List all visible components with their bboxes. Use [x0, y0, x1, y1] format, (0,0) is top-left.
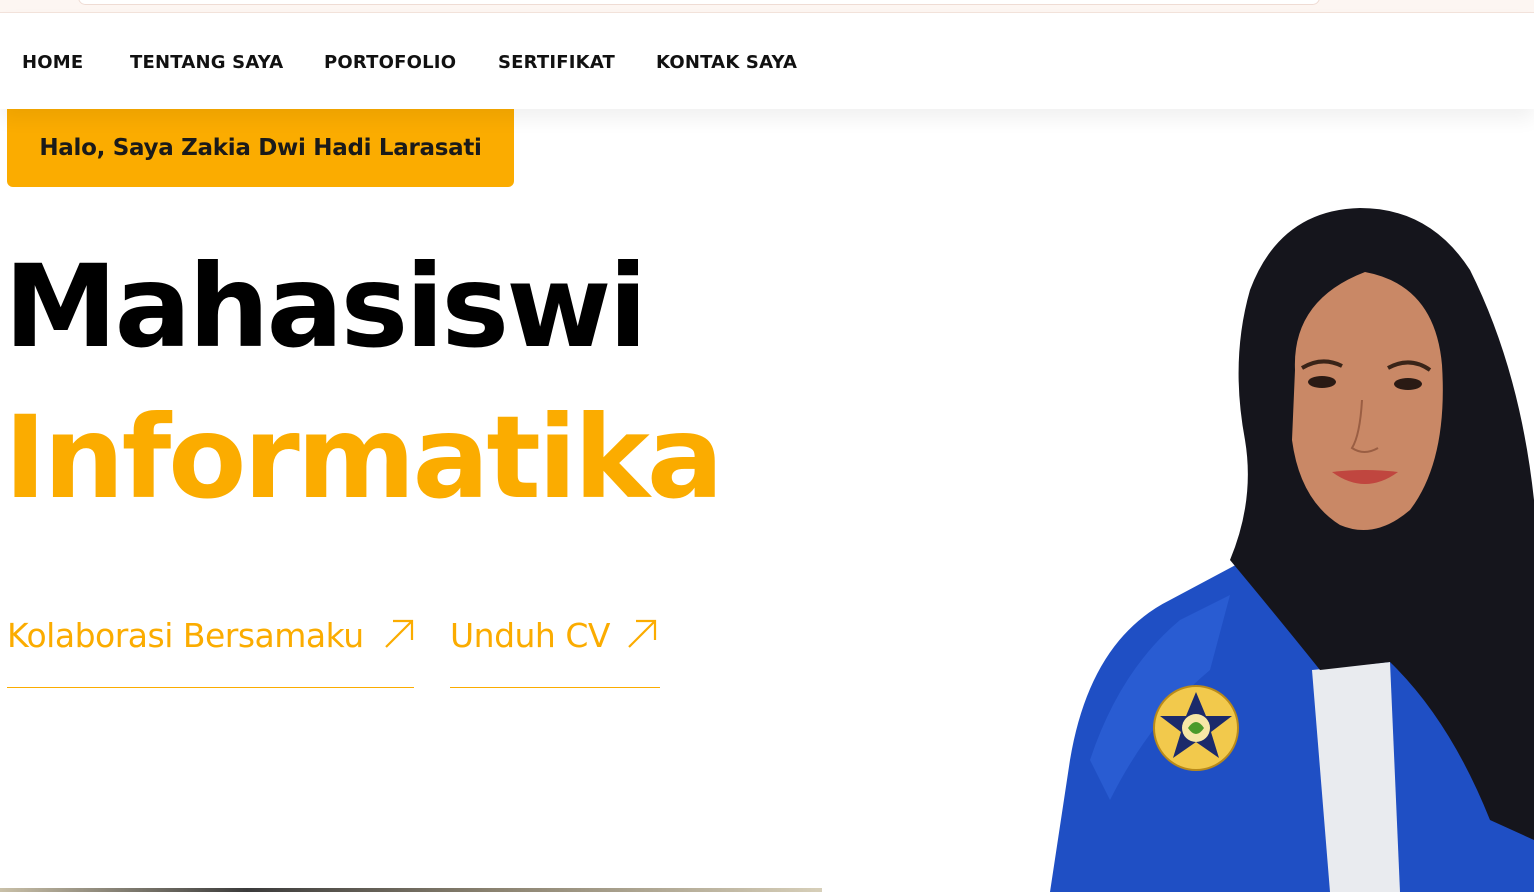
- section-divider: [0, 888, 822, 892]
- arrow-up-right-icon: [385, 619, 414, 648]
- hero-title-line1: Mahasiswi: [4, 240, 648, 373]
- nav-portofolio[interactable]: PORTOFOLIO: [324, 52, 456, 73]
- nav-tentang-saya[interactable]: TENTANG SAYA: [130, 52, 283, 73]
- profile-photo: [1050, 208, 1534, 892]
- main-navbar: HOME TENTANG SAYA PORTOFOLIO SERTIFIKAT …: [0, 13, 1534, 109]
- nav-sertifikat[interactable]: SERTIFIKAT: [498, 52, 615, 73]
- browser-top-strip: [0, 0, 1534, 13]
- hero-title-line2: Informatika: [4, 391, 724, 524]
- nav-home[interactable]: HOME: [22, 52, 83, 73]
- download-cv-link[interactable]: Unduh CV: [450, 612, 660, 688]
- greeting-text: Halo, Saya Zakia Dwi Hadi Larasati: [39, 135, 482, 161]
- greeting-banner: Halo, Saya Zakia Dwi Hadi Larasati: [7, 109, 514, 187]
- address-bar-edge: [78, 0, 1320, 5]
- collaborate-label: Kolaborasi Bersamaku: [7, 616, 364, 655]
- download-cv-label: Unduh CV: [450, 616, 610, 655]
- collaborate-link[interactable]: Kolaborasi Bersamaku: [7, 612, 414, 688]
- arrow-up-right-icon: [628, 619, 657, 648]
- nav-kontak-saya[interactable]: KONTAK SAYA: [656, 52, 797, 73]
